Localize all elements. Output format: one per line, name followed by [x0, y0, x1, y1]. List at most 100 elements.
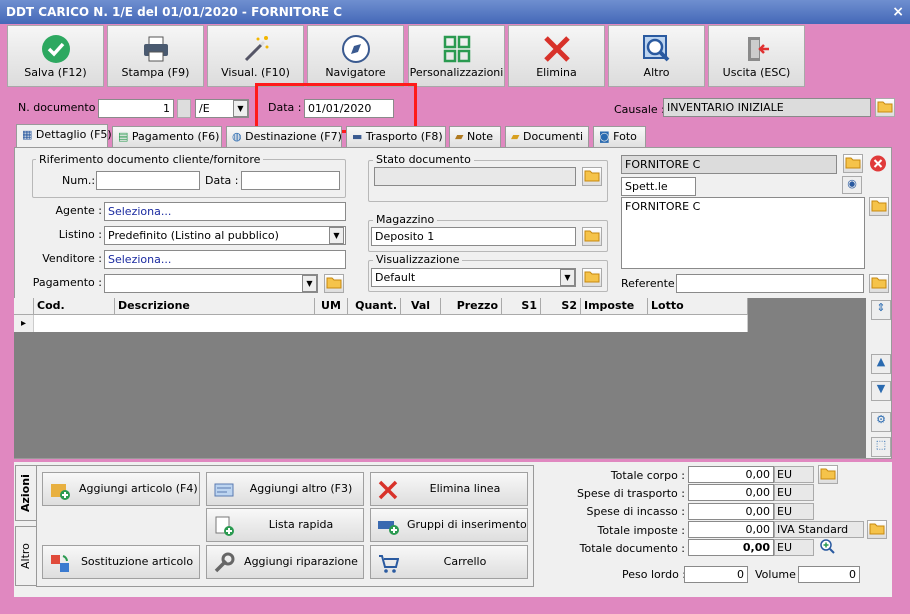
referente-folder-button[interactable]: [869, 274, 889, 293]
status-input[interactable]: [374, 167, 576, 186]
side-tab-altro[interactable]: Altro: [15, 526, 37, 586]
grid-header-descrizione[interactable]: Descrizione: [115, 298, 315, 315]
add-article-button[interactable]: Aggiungi articolo (F4): [42, 472, 200, 506]
side-tab-azioni[interactable]: Azioni: [15, 465, 37, 521]
magnifier-icon: [642, 35, 669, 62]
collection-cost-label: Spese di incasso :: [586, 505, 685, 518]
shipping-cost-value[interactable]: 0,00: [688, 484, 774, 501]
grid-header-prezzo[interactable]: Prezzo: [441, 298, 502, 315]
grid-header-val[interactable]: Val: [401, 298, 441, 315]
tab-note[interactable]: ▰ Note: [449, 126, 501, 147]
close-button[interactable]: ×: [892, 0, 904, 24]
warehouse-folder-button[interactable]: [582, 227, 602, 246]
tab-documenti[interactable]: ▰ Documenti: [505, 126, 589, 147]
tab-foto[interactable]: ◙ Foto: [593, 126, 646, 147]
price-list-select[interactable]: Predefinito (Listino al pubblico): [104, 226, 346, 245]
reference-date-input[interactable]: [241, 171, 340, 190]
total-body-folder-button[interactable]: [818, 465, 838, 484]
document-number-spinner[interactable]: [177, 99, 191, 118]
grid-header-cod[interactable]: Cod.: [34, 298, 115, 315]
view-folder-button[interactable]: [582, 268, 602, 287]
move-down-button[interactable]: ▼: [871, 381, 891, 401]
reference-date-label: Data :: [205, 174, 239, 187]
seller-input[interactable]: Seleziona...: [104, 250, 346, 269]
total-document-zoom-button[interactable]: [818, 538, 836, 556]
scroll-top-button[interactable]: ⇕: [871, 300, 891, 320]
grid-header-lotto[interactable]: Lotto: [648, 298, 748, 315]
insert-groups-button[interactable]: Gruppi di inserimento: [370, 508, 528, 542]
table-icon: ▦: [22, 128, 36, 141]
tab-destinazione[interactable]: ◍ Destinazione (F7): [226, 126, 342, 147]
grid-header-s1[interactable]: S1: [502, 298, 541, 315]
resize-icon: ⬚: [875, 438, 887, 451]
grid-header-quant[interactable]: Quant.: [348, 298, 401, 315]
grid-header-s2[interactable]: S2: [541, 298, 581, 315]
view-dropdown-icon[interactable]: ▼: [560, 269, 575, 286]
tab-trasporto[interactable]: ▬ Trasporto (F8): [346, 126, 446, 147]
magic-wand-icon: [244, 36, 268, 62]
replace-article-button[interactable]: Sostituzione articolo: [42, 545, 200, 579]
grid-icon: [443, 35, 470, 63]
total-body-value[interactable]: 0,00: [688, 466, 774, 483]
document-number-input[interactable]: 1: [98, 99, 174, 118]
folder-icon: [871, 200, 887, 212]
cart-button[interactable]: Carrello: [370, 545, 528, 579]
print-button[interactable]: Stampa (F9): [107, 25, 204, 87]
delete-line-button[interactable]: Elimina linea: [370, 472, 528, 506]
move-up-button[interactable]: ▲: [871, 354, 891, 374]
supplier-name[interactable]: FORNITORE C: [621, 155, 837, 174]
delete-button[interactable]: Elimina: [508, 25, 605, 87]
status-folder-button[interactable]: [582, 167, 602, 186]
referente-input[interactable]: [676, 274, 864, 293]
warehouse-input[interactable]: Deposito 1: [371, 227, 576, 246]
causale-input[interactable]: INVENTARIO INIZIALE: [663, 98, 871, 117]
supplier-address[interactable]: FORNITORE C: [621, 197, 865, 269]
tab-pagamento[interactable]: ▤ Pagamento (F6): [112, 126, 222, 147]
total-document-value[interactable]: 0,00: [688, 539, 774, 556]
grid-resize-button[interactable]: ⬚: [871, 437, 891, 457]
exit-door-icon: [747, 37, 769, 61]
navigator-button[interactable]: Navigatore: [307, 25, 404, 87]
grid-settings-button[interactable]: ⚙: [871, 412, 891, 432]
series-dropdown-icon[interactable]: ▼: [233, 100, 248, 117]
volume-label: Volume :: [755, 568, 804, 581]
causale-folder-button[interactable]: [875, 98, 895, 117]
volume-input[interactable]: 0: [798, 566, 860, 583]
payment-select[interactable]: [104, 274, 318, 293]
shipping-cost-currency: EU: [774, 484, 814, 501]
quick-list-button[interactable]: Lista rapida: [206, 508, 364, 542]
payment-dropdown-icon[interactable]: ▼: [302, 275, 317, 292]
save-button[interactable]: Salva (F12): [7, 25, 104, 87]
folder-icon: [871, 277, 887, 289]
supplier-remove-button[interactable]: [868, 154, 888, 173]
customizations-button[interactable]: Personalizzazioni: [408, 25, 505, 87]
other-button[interactable]: Altro: [608, 25, 705, 87]
arrow-up-icon: ▲: [876, 355, 886, 368]
supplier-folder-button[interactable]: [843, 154, 863, 173]
gross-weight-input[interactable]: 0: [684, 566, 748, 583]
folder-icon: ▰: [511, 130, 523, 143]
agent-input[interactable]: Seleziona...: [104, 202, 346, 221]
supplier-salutation[interactable]: Spett.le: [621, 177, 696, 196]
grid-header-um[interactable]: UM: [315, 298, 348, 315]
exit-button[interactable]: Uscita (ESC): [708, 25, 805, 87]
total-tax-folder-button[interactable]: [867, 520, 887, 539]
supplier-contact-button[interactable]: ◉: [842, 176, 862, 194]
view-select[interactable]: Default: [371, 268, 576, 287]
supplier-address-folder-button[interactable]: [869, 197, 889, 216]
visual-button[interactable]: Visual. (F10): [207, 25, 304, 87]
quick-list-icon: [215, 516, 234, 536]
shipping-cost-label: Spese di trasporto :: [576, 487, 685, 500]
payment-folder-button[interactable]: [324, 274, 344, 293]
grid-header-imposte[interactable]: Imposte: [581, 298, 648, 315]
table-row[interactable]: [34, 315, 748, 332]
reference-num-input[interactable]: [96, 171, 200, 190]
total-tax-value[interactable]: 0,00: [688, 521, 774, 538]
price-list-dropdown-icon[interactable]: ▼: [329, 227, 344, 244]
tab-dettaglio[interactable]: ▦ Dettaglio (F5): [16, 124, 112, 147]
add-article-icon: [51, 484, 70, 500]
add-repair-button[interactable]: Aggiungi riparazione: [206, 545, 364, 579]
collection-cost-value[interactable]: 0,00: [688, 503, 774, 520]
settings-doc-icon: ⚙: [876, 413, 886, 426]
add-other-button[interactable]: Aggiungi altro (F3): [206, 472, 364, 506]
